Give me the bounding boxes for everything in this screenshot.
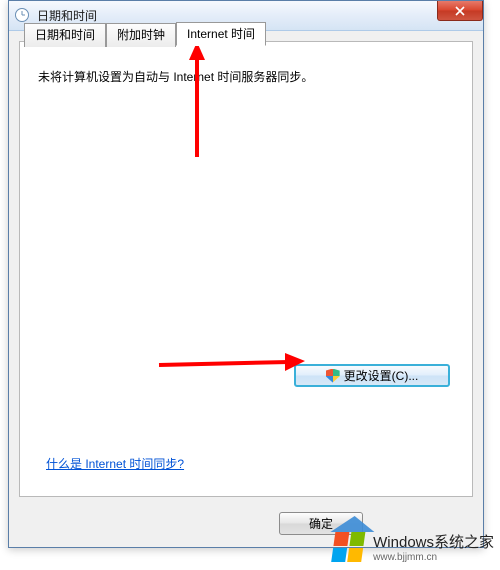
tab-internet-time[interactable]: Internet 时间 <box>176 22 266 46</box>
close-button[interactable] <box>437 1 483 21</box>
tab-date-time[interactable]: 日期和时间 <box>24 23 106 47</box>
tab-additional-clocks[interactable]: 附加时钟 <box>106 23 176 47</box>
watermark-text: Windows系统之家 www.bjjmm.cn <box>373 535 494 563</box>
help-link[interactable]: 什么是 Internet 时间同步? <box>46 455 184 472</box>
tab-strip: 日期和时间 附加时钟 Internet 时间 <box>24 22 266 46</box>
change-settings-label: 更改设置(C)... <box>344 367 419 384</box>
windows-logo-icon <box>331 532 370 566</box>
watermark: Windows系统之家 www.bjjmm.cn <box>333 532 494 566</box>
uac-shield-icon <box>326 369 340 383</box>
watermark-title: Windows系统之家 <box>373 535 494 552</box>
close-icon <box>455 6 465 16</box>
change-settings-button[interactable]: 更改设置(C)... <box>294 364 450 387</box>
sync-status-message: 未将计算机设置为自动与 Internet 时间服务器同步。 <box>38 68 313 85</box>
tab-content: 日期和时间 附加时钟 Internet 时间 未将计算机设置为自动与 Inter… <box>19 41 473 497</box>
watermark-url: www.bjjmm.cn <box>373 552 494 563</box>
dialog-window: 日期和时间 日期和时间 附加时钟 Internet 时间 未将计算机设置为自动与… <box>8 0 484 548</box>
